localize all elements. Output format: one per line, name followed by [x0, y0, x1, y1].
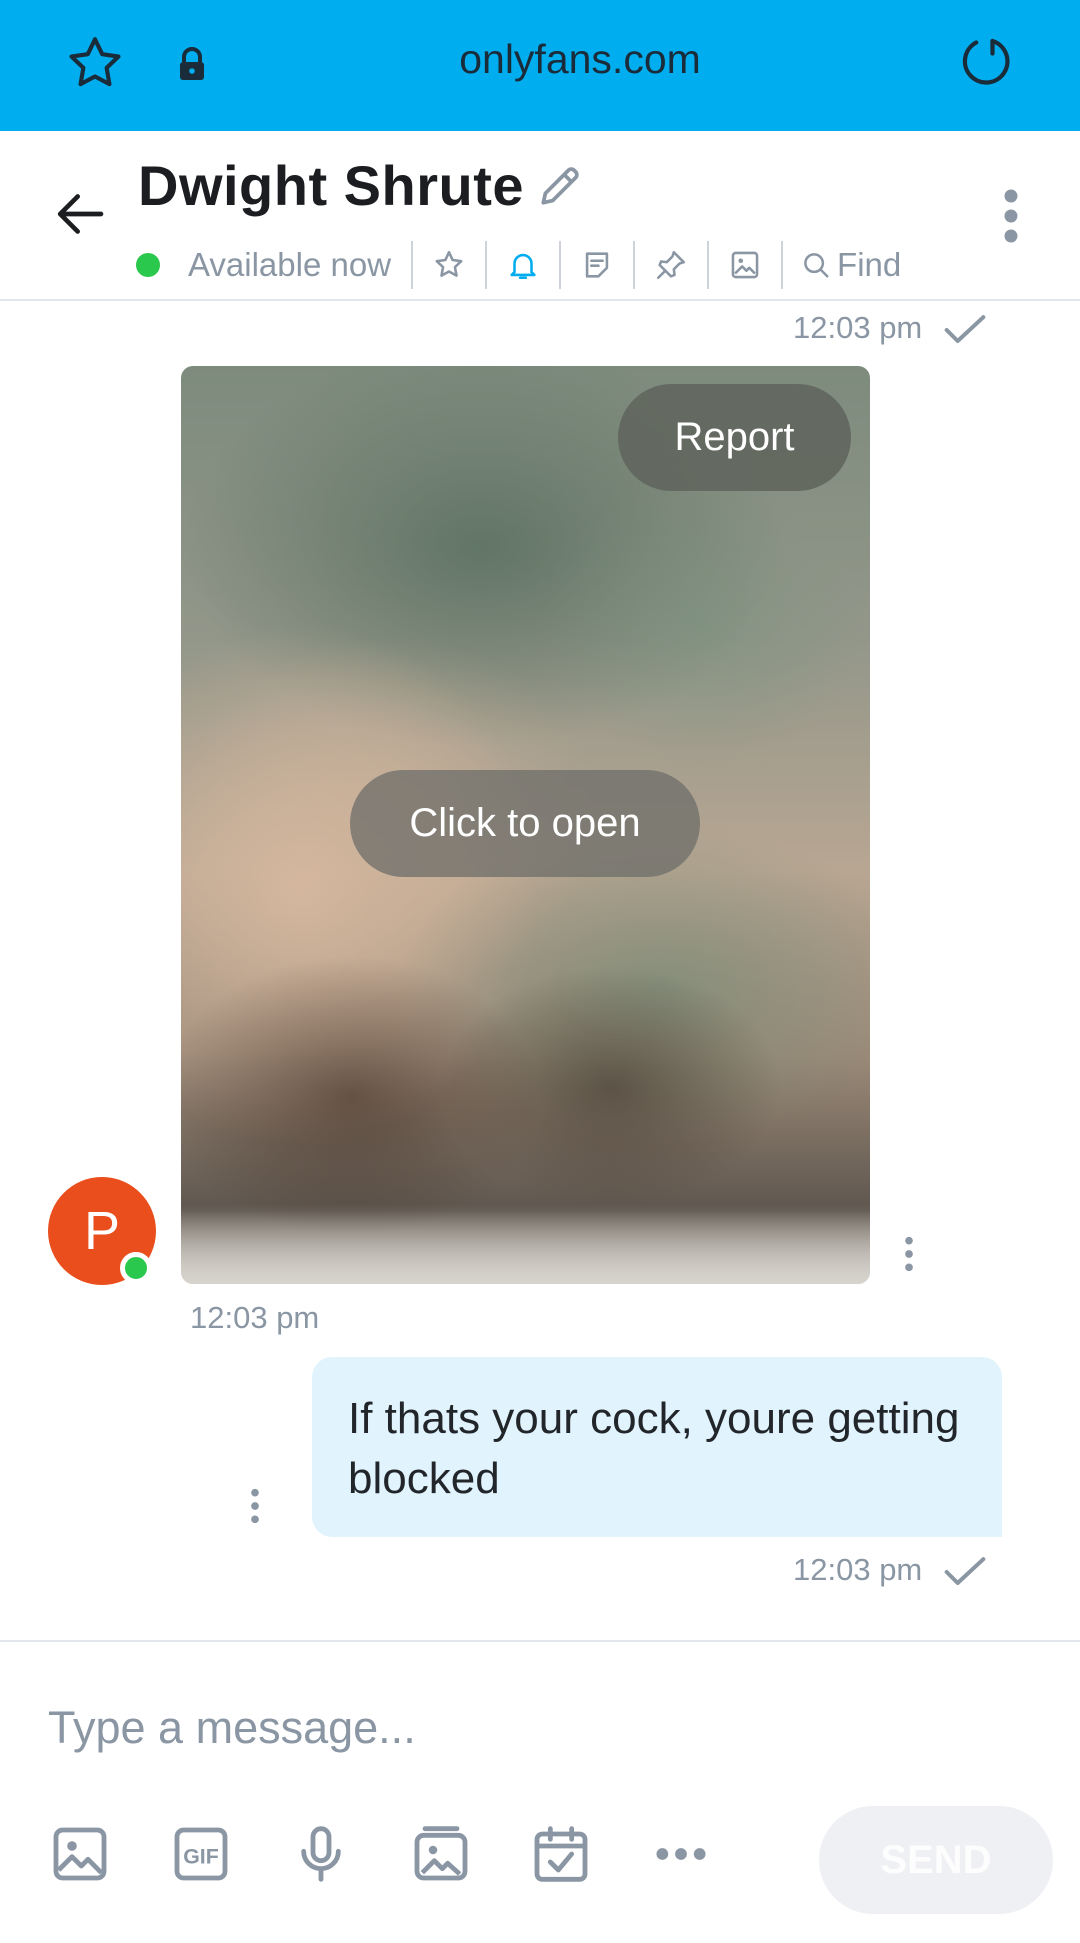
click-to-open-button[interactable]: Click to open: [350, 770, 700, 877]
message-timestamp: 12:03 pm: [793, 310, 923, 345]
find-label: Find: [837, 246, 902, 283]
preview-fade: [181, 1204, 870, 1284]
reload-icon[interactable]: [955, 32, 1015, 92]
image-icon: [731, 251, 759, 279]
favorite-star-button[interactable]: [413, 235, 485, 295]
contact-name[interactable]: Dwight Shrute: [138, 153, 524, 218]
send-button[interactable]: SEND: [819, 1806, 1053, 1914]
message-timestamp: 12:03 pm: [793, 1552, 923, 1587]
report-button[interactable]: Report: [618, 384, 851, 491]
message-options-icon[interactable]: [245, 1486, 265, 1526]
pin-icon: [657, 250, 686, 280]
browser-bar: onlyfans.com: [0, 0, 1080, 131]
status-toolbar: Available now Find: [136, 235, 901, 295]
sent-check-icon: [944, 1557, 986, 1586]
chat-header: Dwight Shrute Available now Find: [0, 131, 1080, 301]
microphone-icon[interactable]: [289, 1822, 353, 1886]
lock-icon: [180, 47, 204, 80]
bookmark-star-icon[interactable]: [64, 32, 126, 94]
star-icon: [435, 250, 463, 277]
search-icon: [804, 253, 829, 278]
note-icon: [585, 252, 609, 278]
bell-icon: [510, 253, 536, 280]
notes-button[interactable]: [561, 235, 633, 295]
sent-message-bubble[interactable]: If thats your cock, youre getting blocke…: [312, 1357, 1002, 1537]
more-options-icon[interactable]: [998, 186, 1024, 246]
gif-icon[interactable]: GIF: [169, 1822, 233, 1886]
image-icon[interactable]: [48, 1822, 112, 1886]
back-arrow-icon[interactable]: [52, 186, 108, 242]
svg-text:GIF: GIF: [183, 1844, 219, 1868]
notifications-button[interactable]: [487, 235, 559, 295]
pin-button[interactable]: [635, 235, 707, 295]
avatar-initial: P: [83, 1201, 121, 1261]
availability-status: Available now: [188, 246, 392, 283]
online-indicator: [136, 253, 160, 277]
media-gallery-button[interactable]: [709, 235, 781, 295]
vault-icon[interactable]: [409, 1822, 473, 1886]
media-message[interactable]: Report Click to open: [181, 366, 870, 1284]
more-icon[interactable]: [649, 1822, 713, 1886]
message-input[interactable]: [48, 1698, 1008, 1758]
edit-pencil-icon[interactable]: [535, 161, 585, 211]
message-composer: GIF SEND: [0, 1640, 1080, 1943]
message-text: If thats your cock, youre getting blocke…: [348, 1394, 960, 1503]
message-timestamp: 12:03 pm: [190, 1300, 320, 1335]
find-button[interactable]: Find: [783, 246, 901, 284]
schedule-icon[interactable]: [529, 1822, 593, 1886]
message-options-icon[interactable]: [899, 1234, 919, 1274]
avatar-online-indicator: [120, 1252, 152, 1284]
sent-check-icon: [944, 315, 986, 344]
url-text[interactable]: onlyfans.com: [300, 36, 860, 83]
